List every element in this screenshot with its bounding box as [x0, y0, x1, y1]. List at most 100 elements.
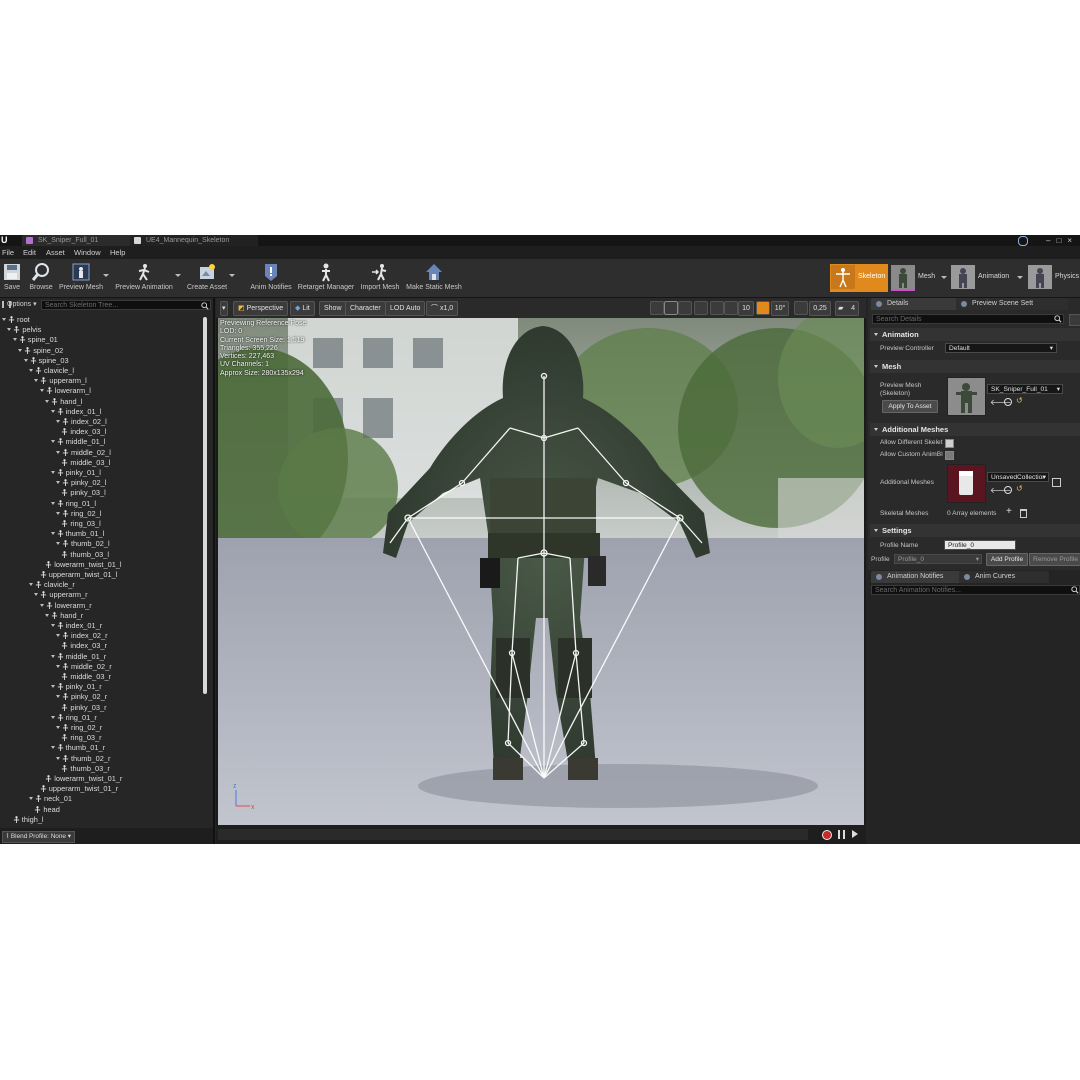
bone-row[interactable]: lowerarm_l — [39, 386, 91, 396]
expand-arrow-icon[interactable] — [23, 358, 28, 362]
bone-row[interactable]: thumb_03_l — [61, 550, 109, 560]
pause-icon[interactable] — [838, 830, 845, 839]
scale-snap-icon[interactable] — [794, 301, 808, 315]
bone-row[interactable]: neck_01 — [29, 794, 72, 804]
expand-arrow-icon[interactable] — [56, 542, 60, 546]
maximize-icon[interactable]: □ — [1056, 236, 1067, 245]
bone-row[interactable]: ring_03_r — [61, 733, 102, 743]
preview-mesh-thumbnail[interactable] — [947, 377, 986, 416]
bone-row[interactable]: clavicle_r — [29, 580, 75, 590]
viewport-scene[interactable]: z x — [218, 318, 864, 825]
expand-arrow-icon[interactable] — [56, 695, 60, 699]
bone-row[interactable]: index_01_r — [50, 621, 102, 631]
bone-row[interactable]: head — [34, 805, 60, 815]
expand-arrow-icon[interactable] — [50, 440, 55, 444]
close-icon[interactable]: × — [1067, 236, 1078, 245]
browse-button[interactable]: Browse — [27, 261, 55, 295]
expand-arrow-icon[interactable] — [56, 756, 60, 760]
expand-arrow-icon[interactable] — [56, 420, 60, 423]
import-mesh-button[interactable]: Import Mesh — [359, 261, 401, 295]
bone-row[interactable]: hand_l — [45, 397, 82, 407]
add-element-icon[interactable]: + — [1006, 507, 1013, 517]
expand-arrow-icon[interactable] — [50, 409, 55, 413]
record-icon[interactable] — [822, 830, 832, 840]
menu-edit[interactable]: Edit — [23, 246, 36, 259]
expand-arrow-icon[interactable] — [56, 450, 60, 454]
expand-arrow-icon[interactable] — [2, 318, 6, 321]
mode-physics-button[interactable]: Physics — [1027, 264, 1080, 292]
bone-row[interactable]: middle_01_r — [50, 652, 106, 662]
bone-row[interactable]: ring_03_l — [61, 519, 101, 529]
bone-row[interactable]: pinky_02_l — [56, 478, 106, 488]
reset-icon[interactable]: ↺ — [1016, 485, 1023, 493]
expand-arrow-icon[interactable] — [29, 369, 33, 372]
rotation-snap-value[interactable]: 10° — [771, 301, 789, 316]
menu-file[interactable]: File — [2, 246, 14, 259]
mesh-dropdown-icon[interactable] — [941, 276, 947, 279]
menu-asset[interactable]: Asset — [46, 246, 65, 259]
camera-speed-button[interactable]: ▰ 4 — [835, 301, 859, 316]
create-asset-dropdown-icon[interactable] — [229, 274, 235, 277]
expand-arrow-icon[interactable] — [50, 746, 55, 750]
preview-mesh-dropdown[interactable]: SK_Sniper_Full_01 ▾ — [987, 384, 1063, 394]
expand-arrow-icon[interactable] — [45, 613, 50, 617]
bone-row[interactable]: index_03_l — [61, 427, 106, 437]
expand-arrow-icon[interactable] — [50, 654, 55, 658]
bone-row[interactable]: thigh_l — [13, 815, 44, 825]
delete-icon[interactable] — [1020, 509, 1027, 518]
expand-arrow-icon[interactable] — [56, 481, 60, 485]
bone-row[interactable]: ring_01_l — [50, 499, 96, 509]
profile-dropdown[interactable]: Profile_0 ▾ — [894, 554, 982, 564]
timeline-bar[interactable] — [218, 829, 808, 840]
expand-arrow-icon[interactable] — [34, 593, 39, 597]
animation-section[interactable]: Animation — [870, 328, 1080, 341]
anim-notifies-button[interactable]: Anim Notifies — [249, 261, 293, 295]
remove-profile-button[interactable]: Remove Profile — [1029, 553, 1080, 566]
bone-row[interactable]: middle_01_l — [50, 437, 105, 447]
viewport-options-button[interactable]: ▾ — [220, 301, 228, 316]
playback-speed-button[interactable]: ⌒ x1,0 — [426, 301, 459, 316]
expand-arrow-icon[interactable] — [29, 797, 33, 801]
lod-button[interactable]: LOD Auto — [385, 301, 426, 316]
perspective-button[interactable]: ◩ Perspective — [233, 301, 289, 316]
bone-row[interactable]: root — [2, 315, 30, 325]
bone-row[interactable]: spine_02 — [18, 346, 63, 356]
bone-row[interactable]: thumb_01_r — [50, 743, 105, 753]
use-selected-arrow-icon[interactable]: 🡐 — [990, 399, 1011, 407]
additional-meshes-section[interactable]: Additional Meshes — [870, 423, 1080, 436]
allow-custom-animbp-checkbox[interactable] — [945, 451, 954, 460]
save-collection-icon[interactable] — [1052, 478, 1061, 487]
expand-arrow-icon[interactable] — [56, 511, 60, 515]
menu-window[interactable]: Window — [74, 246, 101, 259]
preview-mesh-dropdown-icon[interactable] — [103, 274, 109, 277]
view-options-icon[interactable] — [1069, 314, 1080, 326]
bone-row[interactable]: middle_03_r — [61, 672, 111, 682]
expand-arrow-icon[interactable] — [56, 634, 60, 638]
expand-arrow-icon[interactable] — [18, 348, 23, 352]
rotation-snap-icon[interactable] — [756, 301, 770, 315]
allow-different-skeletons-checkbox[interactable] — [945, 439, 954, 448]
bone-row[interactable]: index_02_l — [56, 417, 107, 427]
bone-row[interactable]: pelvis — [7, 325, 41, 335]
surface-snap-icon[interactable] — [710, 301, 724, 315]
bone-row[interactable]: upperarm_twist_01_l — [40, 570, 117, 580]
minimize-icon[interactable]: – — [1046, 236, 1056, 245]
bone-row[interactable]: upperarm_twist_01_r — [40, 784, 118, 794]
expand-arrow-icon[interactable] — [29, 583, 33, 587]
settings-section[interactable]: Settings — [870, 524, 1080, 537]
bone-row[interactable]: pinky_03_l — [61, 488, 106, 498]
additional-meshes-thumbnail[interactable] — [947, 464, 986, 503]
tab-animation-notifies[interactable]: Animation Notifies — [871, 571, 973, 583]
help-icon[interactable] — [1018, 236, 1028, 246]
add-profile-button[interactable]: Add Profile — [986, 553, 1028, 566]
bone-row[interactable]: lowerarm_twist_01_r — [45, 774, 122, 784]
bone-row[interactable]: ring_02_l — [56, 509, 101, 519]
bone-row[interactable]: ring_02_r — [56, 723, 102, 733]
bone-row[interactable]: clavicle_l — [29, 366, 74, 376]
anim-notifies-search-input[interactable]: Search Animation Notifies... — [871, 585, 1080, 595]
tab-details[interactable]: Details — [871, 298, 969, 310]
skeleton-tree-scrollbar[interactable] — [203, 317, 207, 694]
translate-icon[interactable] — [650, 301, 664, 315]
bone-row[interactable]: thumb_03_r — [61, 764, 110, 774]
options-dropdown[interactable]: Options ▾ — [7, 300, 37, 310]
